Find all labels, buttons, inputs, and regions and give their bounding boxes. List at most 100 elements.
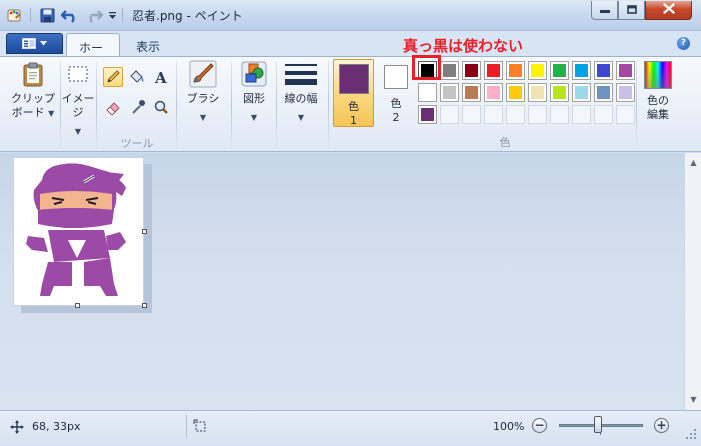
clipboard-label-2: ボード — [11, 106, 45, 119]
application-menu-button[interactable] — [6, 33, 63, 54]
customize-qat-icon[interactable] — [106, 6, 118, 24]
resize-handle-right[interactable] — [142, 229, 147, 234]
palette-empty-swatch[interactable] — [462, 105, 481, 124]
palette-swatch[interactable] — [440, 83, 459, 102]
tab-view[interactable]: 表示 — [124, 33, 172, 56]
palette-swatch[interactable] — [550, 61, 569, 80]
palette-swatch[interactable] — [418, 105, 437, 124]
palette-swatch[interactable] — [484, 83, 503, 102]
palette-swatch[interactable] — [462, 83, 481, 102]
eyedropper-icon — [132, 100, 145, 114]
status-separator — [186, 414, 187, 438]
zoom-level: 100% — [493, 420, 525, 433]
zoom-out-button[interactable]: − — [532, 418, 547, 433]
color1-number: 1 — [350, 114, 357, 127]
magnifier-icon — [154, 100, 168, 114]
color-picker-tool[interactable] — [128, 97, 148, 117]
palette-empty-swatch[interactable] — [616, 105, 635, 124]
palette-empty-swatch[interactable] — [550, 105, 569, 124]
fill-tool[interactable] — [126, 67, 146, 87]
palette-swatch[interactable] — [528, 83, 547, 102]
minimize-icon — [599, 4, 610, 17]
palette-swatch[interactable] — [572, 83, 591, 102]
color1-button[interactable]: 色 1 — [333, 59, 374, 127]
undo-icon[interactable] — [60, 6, 80, 24]
group-separator — [636, 60, 637, 148]
zoom-in-button[interactable]: + — [654, 418, 669, 433]
tools-group-label: ツール — [120, 137, 154, 150]
title-separator — [122, 8, 123, 22]
color1-swatch — [338, 64, 369, 94]
palette-empty-swatch[interactable] — [528, 105, 547, 124]
brushes-label: ブラシ — [186, 92, 220, 105]
palette-swatch[interactable] — [506, 83, 525, 102]
color2-swatch — [384, 65, 408, 89]
scroll-up-icon[interactable]: ▲ — [686, 155, 701, 170]
rainbow-icon — [644, 61, 672, 89]
svg-text:A: A — [154, 69, 167, 85]
palette-empty-swatch[interactable] — [440, 105, 459, 124]
tab-home[interactable]: ホーム — [66, 33, 120, 72]
eraser-tool[interactable] — [103, 97, 123, 117]
clipboard-button[interactable]: クリップ ボード ▼ — [10, 60, 56, 121]
shapes-label: 図形 — [243, 92, 265, 105]
ribbon-tab-row: ホーム 表示 ? — [0, 31, 701, 72]
palette-swatch[interactable] — [550, 83, 569, 102]
palette-empty-swatch[interactable] — [572, 105, 591, 124]
pencil-icon — [107, 70, 120, 83]
palette-swatch[interactable] — [484, 61, 503, 80]
palette-swatch[interactable] — [594, 83, 613, 102]
clipboard-icon — [19, 60, 47, 88]
palette-empty-swatch[interactable] — [484, 105, 503, 124]
close-icon — [662, 3, 675, 17]
pencil-tool[interactable] — [103, 67, 123, 87]
select-icon — [64, 60, 92, 88]
cursor-position-icon — [10, 420, 24, 437]
palette-swatch[interactable] — [528, 61, 547, 80]
title-bar: 忍者.png - ペイント — [0, 0, 701, 31]
color1-label: 色 — [348, 100, 359, 113]
drawing-canvas[interactable] — [13, 157, 144, 306]
save-icon[interactable] — [38, 6, 56, 24]
resize-handle-corner[interactable] — [142, 303, 147, 308]
palette-empty-swatch[interactable] — [506, 105, 525, 124]
color2-number: 2 — [392, 111, 400, 124]
shapes-button[interactable]: 図形 ▼ — [236, 60, 272, 125]
line-width-icon — [285, 60, 317, 88]
group-separator — [231, 61, 232, 149]
scroll-down-icon[interactable]: ▼ — [686, 392, 701, 407]
black-highlight-box — [412, 55, 441, 80]
palette-swatch[interactable] — [462, 61, 481, 80]
redo-icon[interactable] — [84, 6, 104, 24]
palette-empty-swatch[interactable] — [594, 105, 613, 124]
image-button[interactable]: イメージ ▼ — [60, 60, 96, 139]
palette-swatch[interactable] — [616, 61, 635, 80]
resize-handle-bottom[interactable] — [75, 303, 80, 308]
cursor-position: 68, 33px — [32, 420, 81, 433]
palette-swatch[interactable] — [616, 83, 635, 102]
maximize-button[interactable] — [618, 1, 645, 20]
minimize-button[interactable] — [591, 1, 618, 20]
palette-swatch[interactable] — [418, 83, 437, 102]
palette-swatch[interactable] — [594, 61, 613, 80]
paint-app-icon[interactable] — [6, 6, 24, 24]
group-separator — [96, 61, 97, 149]
edit-colors-button[interactable]: 色の 編集 — [640, 61, 676, 122]
palette-swatch[interactable] — [506, 61, 525, 80]
magnifier-tool[interactable] — [151, 97, 171, 117]
help-icon[interactable]: ? — [677, 37, 690, 50]
palette-swatch[interactable] — [572, 61, 591, 80]
brushes-button[interactable]: ブラシ ▼ — [183, 60, 223, 125]
app-menu-icon — [22, 38, 36, 49]
zoom-slider-thumb[interactable] — [594, 416, 602, 433]
edit-colors-label-2: 編集 — [647, 108, 669, 121]
image-label: イメージ — [61, 92, 95, 119]
palette-swatch[interactable] — [440, 61, 459, 80]
title-separator — [30, 8, 31, 22]
text-tool[interactable]: A — [151, 67, 171, 87]
close-button[interactable] — [645, 1, 692, 20]
vertical-scrollbar[interactable]: ▲ ▼ — [684, 153, 701, 410]
color2-button[interactable]: 色 2 — [379, 59, 413, 127]
line-width-button[interactable]: 線の幅 ▼ — [278, 60, 324, 125]
window-resize-grip[interactable] — [685, 428, 697, 440]
